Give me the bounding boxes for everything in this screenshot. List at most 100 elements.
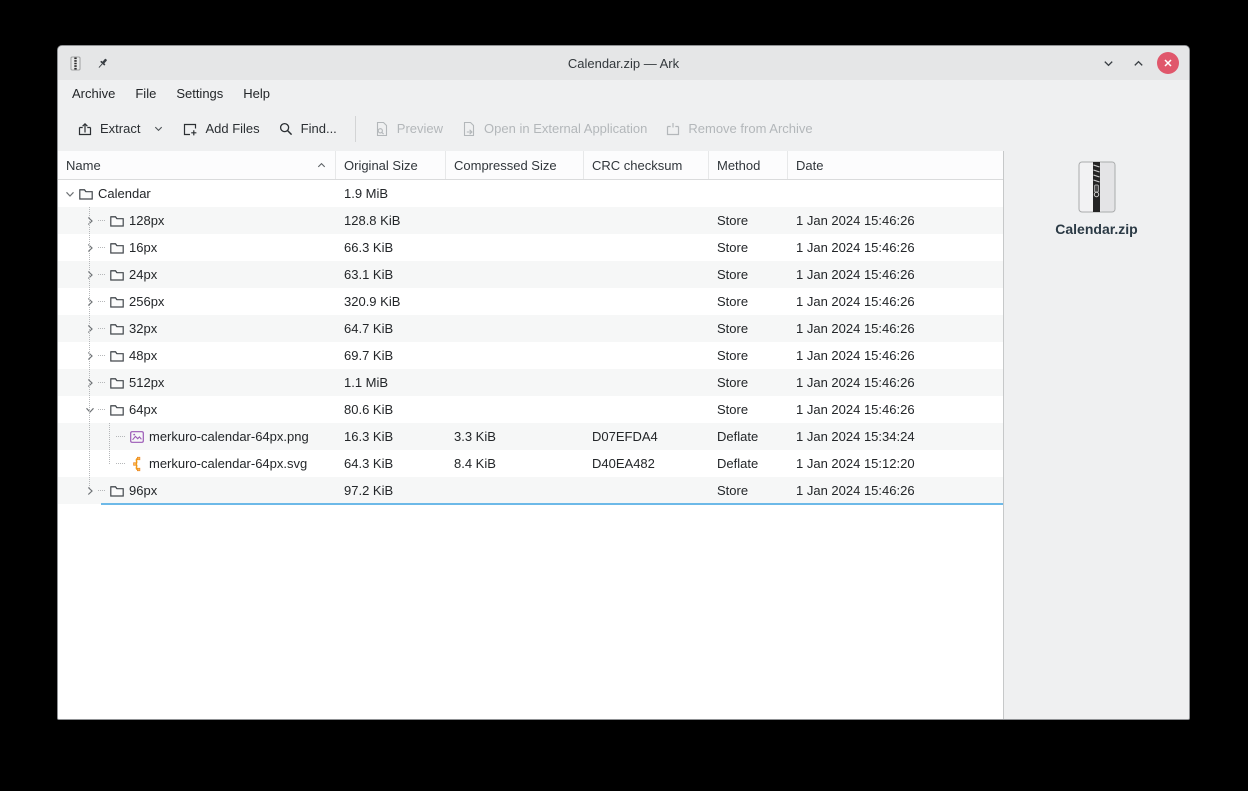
chevron-down-icon[interactable]: [84, 404, 96, 416]
pin-icon[interactable]: [95, 56, 110, 71]
menu-help[interactable]: Help: [233, 83, 280, 104]
table-row[interactable]: merkuro-calendar-64px.png 16.3 KiB 3.3 KiB…: [58, 423, 1003, 450]
date-cell: 1 Jan 2024 15:34:24: [796, 429, 915, 444]
tree-branch-line: [98, 220, 105, 221]
column-header-name[interactable]: Name: [58, 151, 336, 179]
chevron-right-icon[interactable]: [84, 242, 96, 254]
table-row[interactable]: merkuro-calendar-64px.svg 64.3 KiB 8.4 KiB…: [58, 450, 1003, 477]
column-header-original-size[interactable]: Original Size: [336, 151, 446, 179]
method-cell: Store: [717, 240, 749, 255]
original-size-cell: 64.7 KiB: [344, 321, 394, 336]
column-header-date[interactable]: Date: [788, 151, 1003, 179]
date-cell: 1 Jan 2024 15:46:26: [796, 402, 915, 417]
menubar: Archive File Settings Help: [58, 80, 1189, 106]
date-cell: 1 Jan 2024 15:46:26: [796, 213, 915, 228]
table-row[interactable]: 16px 66.3 KiB Store 1 Jan 2024 15:46:26: [58, 234, 1003, 261]
name-cell: 512px: [58, 375, 336, 391]
extract-label: Extract: [100, 121, 141, 136]
add-files-button[interactable]: Add Files: [173, 114, 268, 144]
name-cell: 64px: [58, 402, 336, 418]
find-label: Find...: [300, 121, 337, 136]
original-size-cell: 1.1 MiB: [344, 375, 389, 390]
chevron-right-icon[interactable]: [84, 350, 96, 362]
method-cell: Store: [717, 294, 749, 309]
maximize-button[interactable]: [1127, 52, 1149, 74]
preview-button: Preview: [365, 114, 452, 144]
archive-name-label: Calendar.zip: [1055, 221, 1138, 237]
original-size-cell: 1.9 MiB: [344, 186, 389, 201]
method-cell: Store: [717, 375, 749, 390]
table-row[interactable]: 512px 1.1 MiB Store 1 Jan 2024 15:46:26: [58, 369, 1003, 396]
original-size-cell: 63.1 KiB: [344, 267, 394, 282]
image-file-icon: [129, 429, 145, 445]
chevron-down-icon[interactable]: [64, 188, 76, 200]
original-size-cell: 320.9 KiB: [344, 294, 401, 309]
column-header-compressed-size[interactable]: Compressed Size: [446, 151, 584, 179]
ark-window: Calendar.zip — Ark Archive File Settings…: [57, 45, 1190, 720]
tree-branch-line: [98, 490, 105, 491]
remove-from-archive-icon: [665, 121, 681, 137]
minimize-button[interactable]: [1097, 52, 1119, 74]
menu-archive[interactable]: Archive: [62, 83, 125, 104]
add-files-label: Add Files: [205, 121, 260, 136]
open-external-label: Open in External Application: [484, 121, 648, 136]
name-cell: merkuro-calendar-64px.svg: [58, 456, 336, 472]
item-name: 512px: [129, 375, 165, 390]
zip-app-icon: [68, 56, 83, 71]
folder-icon: [109, 240, 125, 256]
menu-file[interactable]: File: [125, 83, 166, 104]
item-name: 48px: [129, 348, 158, 363]
svg-file-icon: [129, 456, 145, 472]
table-row[interactable]: 256px 320.9 KiB Store 1 Jan 2024 15:46:26: [58, 288, 1003, 315]
date-cell: 1 Jan 2024 15:46:26: [796, 267, 915, 282]
column-header-crc[interactable]: CRC checksum: [584, 151, 709, 179]
chevron-right-icon[interactable]: [84, 323, 96, 335]
table-row[interactable]: Calendar 1.9 MiB: [58, 180, 1003, 207]
chevron-right-icon[interactable]: [84, 215, 96, 227]
method-cell: Store: [717, 348, 749, 363]
archive-info-panel: Calendar.zip: [1004, 151, 1189, 719]
date-cell: 1 Jan 2024 15:46:26: [796, 321, 915, 336]
name-cell: 128px: [58, 213, 336, 229]
titlebar[interactable]: Calendar.zip — Ark: [58, 46, 1189, 80]
table-rows: Calendar 1.9 MiB 128px 128.8 KiB Store 1 Jan …: [58, 180, 1003, 719]
table-row[interactable]: 64px 80.6 KiB Store 1 Jan 2024 15:46:26: [58, 396, 1003, 423]
chevron-right-icon[interactable]: [84, 296, 96, 308]
column-header-method[interactable]: Method: [709, 151, 788, 179]
chevron-right-icon[interactable]: [84, 269, 96, 281]
table-row[interactable]: 24px 63.1 KiB Store 1 Jan 2024 15:46:26: [58, 261, 1003, 288]
original-size-cell: 69.7 KiB: [344, 348, 394, 363]
table-row[interactable]: 48px 69.7 KiB Store 1 Jan 2024 15:46:26: [58, 342, 1003, 369]
preview-icon: [374, 121, 390, 137]
name-cell: 256px: [58, 294, 336, 310]
name-cell: 16px: [58, 240, 336, 256]
method-cell: Store: [717, 402, 749, 417]
menu-settings[interactable]: Settings: [166, 83, 233, 104]
drop-indicator: [101, 503, 1003, 505]
original-size-cell: 97.2 KiB: [344, 483, 394, 498]
remove-from-archive-label: Remove from Archive: [688, 121, 813, 136]
tree-branch-line: [98, 355, 105, 356]
chevron-down-icon[interactable]: [153, 123, 164, 134]
name-cell: 32px: [58, 321, 336, 337]
chevron-right-icon[interactable]: [84, 485, 96, 497]
name-cell: 24px: [58, 267, 336, 283]
chevron-right-icon[interactable]: [84, 377, 96, 389]
method-cell: Store: [717, 483, 749, 498]
tree-branch-line: [98, 247, 105, 248]
table-row[interactable]: 32px 64.7 KiB Store 1 Jan 2024 15:46:26: [58, 315, 1003, 342]
crc-cell: D07EFDA4: [592, 429, 658, 444]
name-cell: Calendar: [58, 186, 336, 202]
table-row[interactable]: 96px 97.2 KiB Store 1 Jan 2024 15:46:26: [58, 477, 1003, 504]
date-cell: 1 Jan 2024 15:46:26: [796, 348, 915, 363]
table-row[interactable]: 128px 128.8 KiB Store 1 Jan 2024 15:46:26: [58, 207, 1003, 234]
original-size-cell: 16.3 KiB: [344, 429, 394, 444]
date-cell: 1 Jan 2024 15:46:26: [796, 240, 915, 255]
compressed-size-cell: 8.4 KiB: [454, 456, 496, 471]
toolbar-separator: [354, 115, 356, 142]
find-button[interactable]: Find...: [269, 114, 346, 144]
folder-icon: [109, 294, 125, 310]
extract-button[interactable]: Extract: [68, 114, 173, 144]
item-name: merkuro-calendar-64px.svg: [149, 456, 308, 471]
close-button[interactable]: [1157, 52, 1179, 74]
